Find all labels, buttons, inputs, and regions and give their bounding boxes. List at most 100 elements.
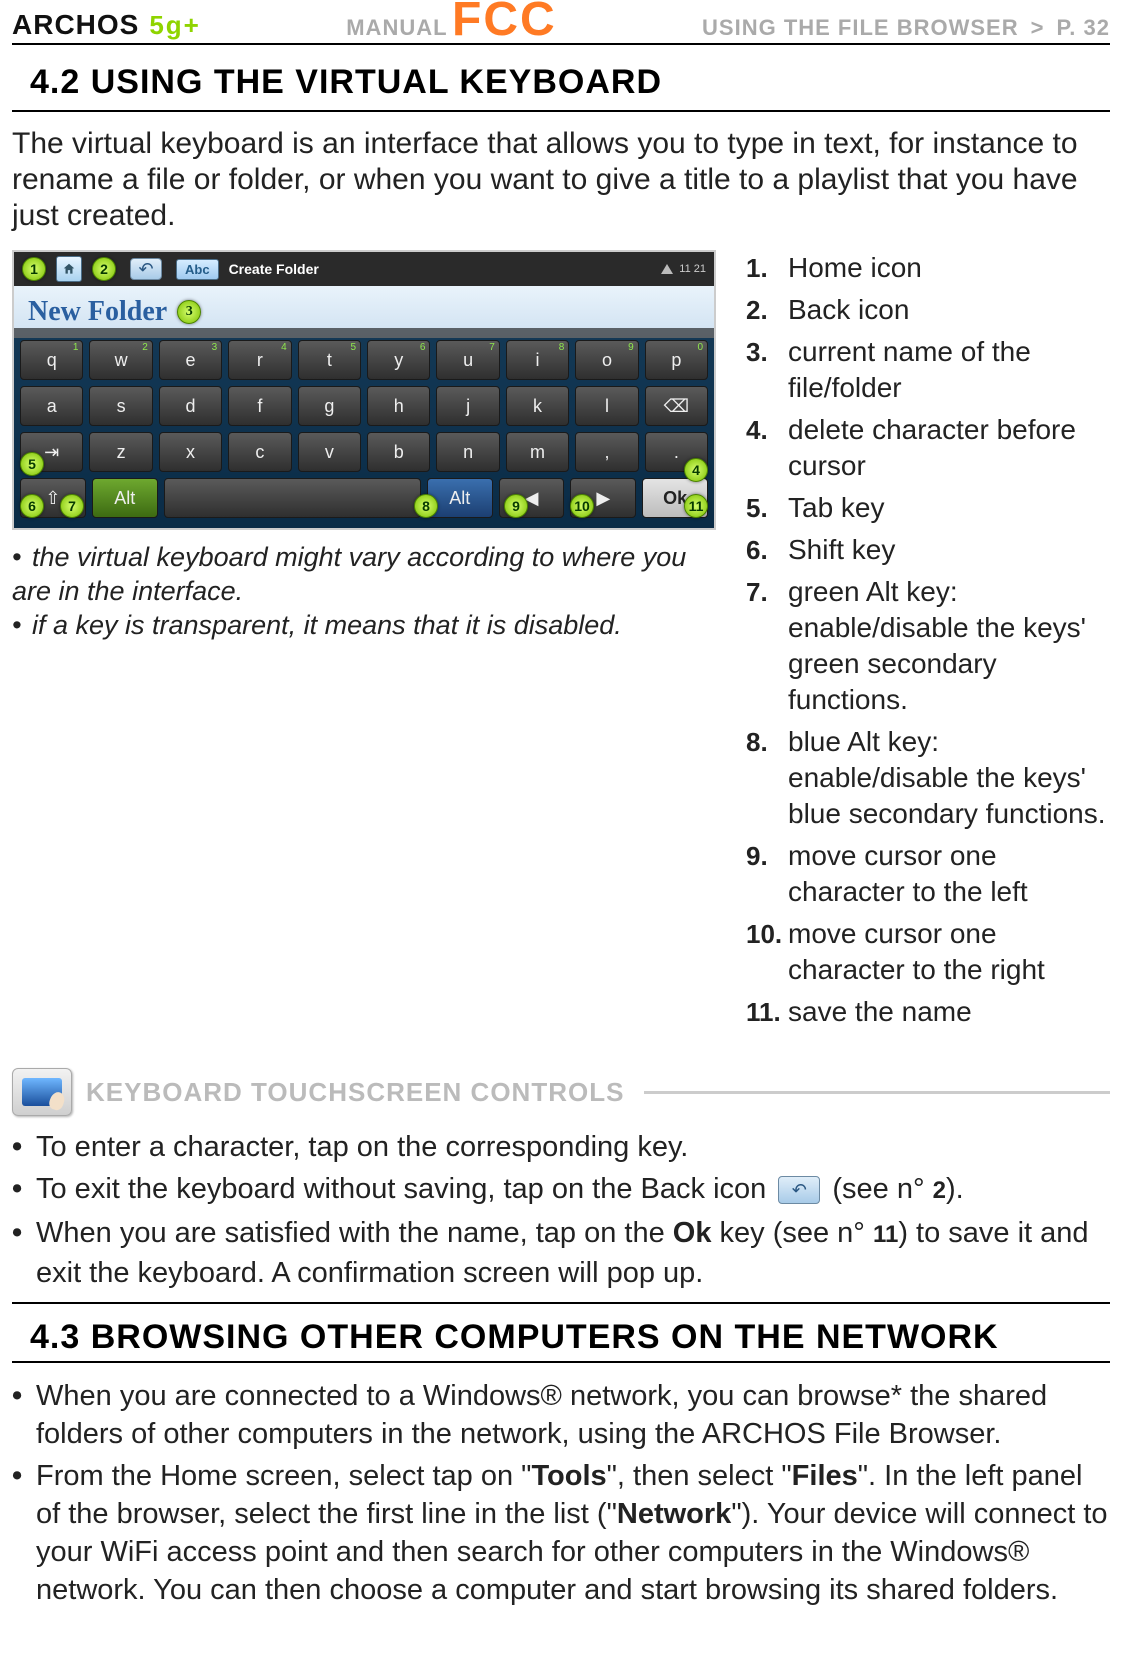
callout-num: 8. — [746, 724, 788, 760]
touchscreen-icon — [12, 1068, 72, 1116]
key-x[interactable]: x — [159, 432, 222, 472]
page-header: ARCHOS 5g+ MANUAL FCC USING THE FILE BRO… — [12, 0, 1110, 45]
s43-bullet-2: From the Home screen, select tap on "Too… — [36, 1457, 1110, 1609]
key-u[interactable]: u7 — [436, 340, 499, 380]
s43-b2-a: From the Home screen, select tap on " — [36, 1460, 531, 1492]
manual-fcc: MANUAL FCC — [346, 0, 556, 41]
key-w[interactable]: w2 — [89, 340, 152, 380]
key-d[interactable]: d — [159, 386, 222, 426]
callout-item-3: 3.current name of the file/folder — [746, 334, 1110, 406]
callout-text: delete character before cursor — [788, 412, 1110, 484]
key-b[interactable]: b — [367, 432, 430, 472]
callout-num: 7. — [746, 574, 788, 610]
touchscreen-title: KEYBOARD TOUCHSCREEN CONTROLS — [86, 1077, 644, 1108]
key-v[interactable]: v — [298, 432, 361, 472]
callout-marker-1: 1 — [22, 257, 46, 281]
callout-item-5: 5.Tab key — [746, 490, 1110, 526]
key-alt-blue[interactable]: Alt — [427, 478, 493, 518]
callout-marker-9: 9 — [504, 494, 528, 518]
key-m[interactable]: m — [506, 432, 569, 472]
key-space[interactable] — [164, 478, 421, 518]
section-4-3-title: 4.3 BROWSING OTHER COMPUTERS ON THE NETW… — [30, 1318, 1110, 1357]
ts-bullet-1: To enter a character, tap on the corresp… — [36, 1128, 688, 1166]
s43-b2-b: ", then select " — [607, 1460, 792, 1492]
ts-bullet-2: To exit the keyboard without saving, tap… — [36, 1170, 964, 1210]
signal-icon — [661, 264, 673, 274]
kb-mode-abc[interactable]: Abc — [176, 259, 219, 280]
key-q[interactable]: q1 — [20, 340, 83, 380]
ts-b2-part-a: To exit the keyboard without saving, tap… — [36, 1173, 774, 1205]
virtual-keyboard-screenshot: 1 2 ↶ Abc Create Folder 11 21 New Folder — [12, 250, 716, 530]
manual-label: MANUAL — [346, 15, 447, 40]
key-g[interactable]: g — [298, 386, 361, 426]
key-y[interactable]: y6 — [367, 340, 430, 380]
key-s[interactable]: s — [89, 386, 152, 426]
callout-marker-11: 11 — [684, 494, 708, 518]
key-i[interactable]: i8 — [506, 340, 569, 380]
callout-text: green Alt key: enable/disable the keys' … — [788, 574, 1110, 718]
touchscreen-rule — [644, 1091, 1110, 1094]
touchscreen-heading: KEYBOARD TOUCHSCREEN CONTROLS — [12, 1068, 1110, 1116]
callout-item-8: 8.blue Alt key: enable/disable the keys'… — [746, 724, 1110, 832]
callout-text: move cursor one character to the left — [788, 838, 1110, 910]
section-4-2-lead: The virtual keyboard is an interface tha… — [12, 126, 1110, 234]
key-j[interactable]: j — [436, 386, 499, 426]
callout-text: current name of the file/folder — [788, 334, 1110, 406]
callout-num: 4. — [746, 412, 788, 448]
callout-text: Home icon — [788, 250, 1110, 286]
touchscreen-bullets: •To enter a character, tap on the corres… — [12, 1128, 1110, 1292]
kb-title: Create Folder — [229, 261, 319, 277]
callout-item-11: 11.save the name — [746, 994, 1110, 1030]
rule-2-bottom — [12, 1361, 1110, 1363]
breadcrumb-text: USING THE FILE BROWSER — [702, 15, 1019, 41]
kb-note-1: the virtual keyboard might vary accordin… — [12, 542, 686, 606]
key-e[interactable]: e3 — [159, 340, 222, 380]
key-alt-green[interactable]: Alt — [92, 478, 158, 518]
s43-b2-files: Files — [792, 1460, 858, 1492]
ts-b3-ok: Ok — [673, 1217, 712, 1249]
callout-num: 2. — [746, 292, 788, 328]
callout-item-7: 7.green Alt key: enable/disable the keys… — [746, 574, 1110, 718]
rule — [12, 110, 1110, 112]
callout-num: 10. — [746, 916, 788, 952]
callout-marker-7: 7 — [60, 494, 84, 518]
key-o[interactable]: o9 — [575, 340, 638, 380]
kb-keys: q1w2e3r4t5y6u7i8o9p0 asdfghjkl⌫ ⇥zxcvbnm… — [14, 328, 714, 528]
s43-bullet-1: When you are connected to a Windows® net… — [36, 1377, 1110, 1453]
callout-item-4: 4.delete character before cursor — [746, 412, 1110, 484]
key-h[interactable]: h — [367, 386, 430, 426]
callout-item-10: 10.move cursor one character to the righ… — [746, 916, 1110, 988]
brand-model: 5g+ — [149, 10, 201, 41]
callout-text: Tab key — [788, 490, 1110, 526]
callout-num: 6. — [746, 532, 788, 568]
home-icon[interactable] — [56, 256, 82, 282]
rule-2-top — [12, 1302, 1110, 1304]
ts-b3-part-b: key (see n° — [711, 1217, 873, 1249]
key-p[interactable]: p0 — [645, 340, 708, 380]
key-,[interactable]: , — [575, 432, 638, 472]
callout-marker-3: 3 — [177, 300, 201, 324]
kb-time: 11 21 — [679, 263, 706, 275]
ts-b2-part-b: (see n° — [832, 1173, 932, 1205]
page-number: P. 32 — [1056, 15, 1110, 41]
key-t[interactable]: t5 — [298, 340, 361, 380]
callout-marker-5: 5 — [20, 452, 44, 476]
ts-bullet-3: When you are satisfied with the name, ta… — [36, 1214, 1110, 1292]
key-f[interactable]: f — [228, 386, 291, 426]
callout-marker-6: 6 — [20, 494, 44, 518]
callout-item-1: 1.Home icon — [746, 250, 1110, 286]
key-z[interactable]: z — [89, 432, 152, 472]
key-n[interactable]: n — [436, 432, 499, 472]
key-backspace[interactable]: ⌫ — [645, 386, 708, 426]
key-r[interactable]: r4 — [228, 340, 291, 380]
ts-b2-part-c: ). — [946, 1173, 964, 1205]
key-k[interactable]: k — [506, 386, 569, 426]
key-a[interactable]: a — [20, 386, 83, 426]
callout-num: 3. — [746, 334, 788, 370]
callout-marker-4: 4 — [684, 458, 708, 482]
fcc-label: FCC — [452, 0, 557, 46]
callout-text: save the name — [788, 994, 1110, 1030]
back-icon[interactable]: ↶ — [130, 258, 162, 280]
key-l[interactable]: l — [575, 386, 638, 426]
key-c[interactable]: c — [228, 432, 291, 472]
